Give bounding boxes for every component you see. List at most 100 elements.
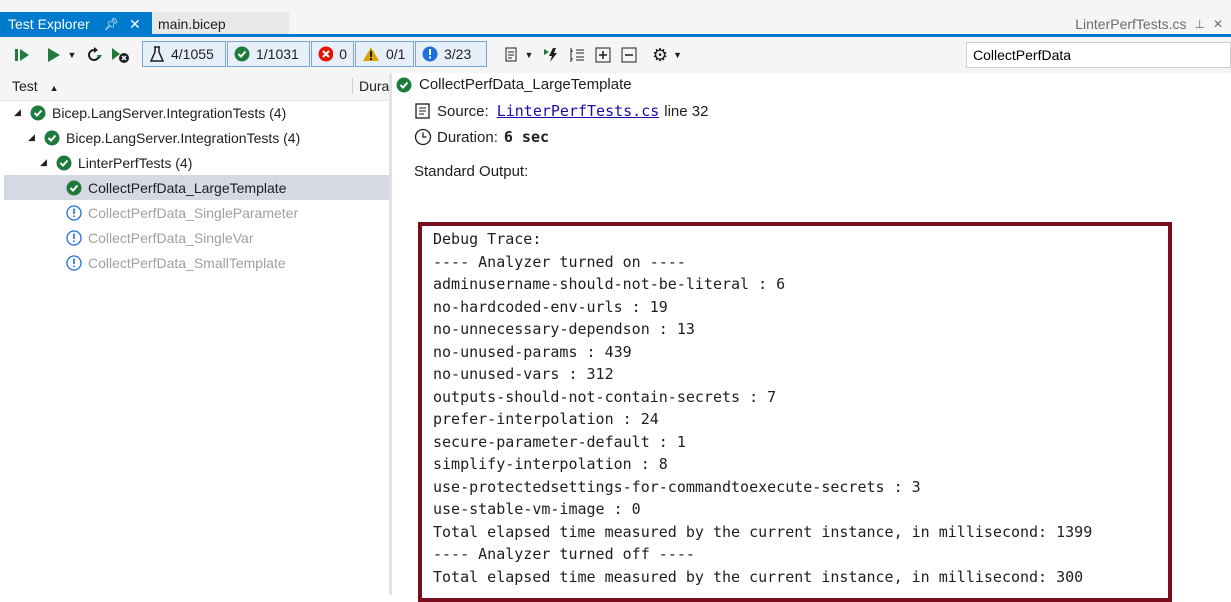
trace-line: use-protectedsettings-for-commandtoexecu… <box>433 478 921 496</box>
collapse-all-icon <box>621 47 637 63</box>
tree-row-label: CollectPerfData_SmallTemplate <box>88 254 286 271</box>
trace-line: outputs-should-not-contain-secrets : 7 <box>433 388 777 406</box>
playlist-button[interactable]: ▼ <box>498 43 538 67</box>
close-icon[interactable]: ✕ <box>129 16 141 33</box>
tree-row[interactable]: CollectPerfData_SmallTemplate <box>4 250 389 275</box>
gear-icon: ⚙ <box>651 44 669 65</box>
repeat-run-button[interactable] <box>82 43 106 67</box>
detail-title-row: CollectPerfData_LargeTemplate <box>396 76 632 93</box>
trace-line: adminusername-should-not-be-literal : 6 <box>433 275 786 293</box>
refresh-icon <box>88 47 102 61</box>
trace-line: use-stable-vm-image : 0 <box>433 500 641 518</box>
trace-line: prefer-interpolation : 24 <box>433 410 659 428</box>
chevron-down-icon[interactable]: ▼ <box>68 50 77 60</box>
run-all-icon <box>15 49 29 61</box>
tree-row-label: Bicep.LangServer.IntegrationTests (4) <box>66 129 301 146</box>
tree-row[interactable]: CollectPerfData_SingleParameter <box>4 200 389 225</box>
expand-triangle-icon[interactable]: ◢ <box>28 132 38 143</box>
stdout-header: Standard Output: <box>414 163 528 180</box>
clock-icon <box>414 128 432 146</box>
tab-linterperftests-label: LinterPerfTests.cs <box>1075 16 1187 32</box>
source-file-icon <box>415 103 430 119</box>
flask-icon <box>149 46 165 62</box>
trace-line: Debug Trace: <box>433 230 542 248</box>
pin-icon[interactable]: 📌︎ <box>104 17 119 31</box>
trace-line: no-unused-vars : 312 <box>433 365 614 383</box>
not-run-info-icon <box>66 254 82 271</box>
expand-all-button[interactable] <box>592 43 614 67</box>
source-line: line 32 <box>664 102 709 120</box>
filter-info-count: 3/23 <box>444 46 472 62</box>
playlist-icon <box>505 47 517 62</box>
test-tree-pane: Test ▲ Duration ◢ Bicep.LangServer.Integ… <box>0 73 389 595</box>
debug-trace-box: Debug Trace: ---- Analyzer turned on ---… <box>418 222 1172 602</box>
tree-row-label: CollectPerfData_SingleParameter <box>88 204 299 221</box>
check-circle-icon <box>234 46 250 62</box>
close-icon[interactable]: ✕ <box>1213 17 1223 31</box>
cancel-run-button[interactable] <box>108 43 132 67</box>
play-icon <box>47 48 60 62</box>
trace-line: Total elapsed time measured by the curre… <box>433 523 1093 541</box>
filter-info-button[interactable]: 3/23 <box>415 41 487 67</box>
tree-column-header: Test ▲ Duration <box>0 73 389 101</box>
run-after-build-button[interactable] <box>540 43 562 67</box>
run-button[interactable]: ▼ <box>38 43 82 67</box>
test-detail-pane: CollectPerfData_LargeTemplate Source: Li… <box>392 73 1231 602</box>
chevron-down-icon[interactable]: ▼ <box>525 50 534 60</box>
tree-row[interactable]: ◢ Bicep.LangServer.IntegrationTests (4) <box>4 125 413 150</box>
search-input[interactable] <box>966 42 1231 68</box>
duration-label: Duration: <box>437 128 498 146</box>
duration-value: 6 sec <box>503 128 550 146</box>
filter-failed-count: 0 <box>339 46 347 62</box>
tab-linterperftests[interactable]: LinterPerfTests.cs ⊥ ✕ <box>1075 12 1223 36</box>
trace-line: no-unused-params : 439 <box>433 343 632 361</box>
tree-row-label: Bicep.LangServer.IntegrationTests (4) <box>52 104 287 121</box>
filter-total-count: 4/1055 <box>171 46 214 62</box>
column-duration-header[interactable]: Duration <box>352 78 389 94</box>
cancel-run-icon <box>112 48 129 63</box>
source-label: Source: <box>437 102 489 120</box>
not-run-info-icon <box>66 204 82 221</box>
tree-row-label: CollectPerfData_LargeTemplate <box>88 179 287 196</box>
tree-row[interactable]: CollectPerfData_SingleVar <box>4 225 389 250</box>
check-circle-icon <box>44 130 60 145</box>
trace-line: no-unnecessary-dependson : 13 <box>433 320 695 338</box>
tab-test-explorer[interactable]: Test Explorer 📌︎ ✕ <box>0 12 152 36</box>
detail-title: CollectPerfData_LargeTemplate <box>419 76 632 93</box>
test-explorer-toolbar: ▼ 4/1055 1/1031 0 0/1 3/23 ▼ ⚙ ▼ Collect… <box>0 37 1231 74</box>
group-by-button[interactable] <box>566 43 588 67</box>
check-circle-icon <box>56 155 72 170</box>
source-row: Source: LinterPerfTests.cs line 32 <box>414 102 708 120</box>
source-file-link[interactable]: LinterPerfTests.cs <box>497 102 660 120</box>
filter-total-button[interactable]: 4/1055 <box>142 41 226 67</box>
trace-line: simplify-interpolation : 8 <box>433 455 668 473</box>
error-circle-icon <box>318 46 334 62</box>
tree-row-label: CollectPerfData_SingleVar <box>88 229 254 246</box>
column-duration-label: Duration <box>359 78 389 94</box>
tree-row-selected[interactable]: CollectPerfData_LargeTemplate <box>4 175 389 200</box>
check-circle-icon <box>396 77 412 92</box>
tree-row[interactable]: ◢ LinterPerfTests (4) <box>4 150 425 175</box>
filter-warnings-button[interactable]: 0/1 <box>355 41 414 67</box>
settings-button[interactable]: ⚙ ▼ <box>646 43 688 67</box>
filter-passed-count: 1/1031 <box>256 46 299 62</box>
stdout-label: Standard Output: <box>414 163 529 180</box>
filter-passed-button[interactable]: 1/1031 <box>227 41 310 67</box>
warning-icon <box>363 47 379 61</box>
tree-row-label: LinterPerfTests (4) <box>78 154 193 171</box>
trace-line: ---- Analyzer turned on ---- <box>433 253 686 271</box>
expand-all-icon <box>595 47 611 63</box>
pin-icon[interactable]: ⊥ <box>1194 17 1204 31</box>
duration-row: Duration: 6 sec <box>414 128 549 146</box>
info-circle-icon <box>422 46 438 62</box>
expand-triangle-icon[interactable]: ◢ <box>14 107 24 118</box>
filter-warnings-count: 0/1 <box>386 46 406 62</box>
tree-row[interactable]: ◢ Bicep.LangServer.IntegrationTests (4) <box>4 100 399 125</box>
filter-failed-button[interactable]: 0 <box>311 41 354 67</box>
collapse-all-button[interactable] <box>618 43 640 67</box>
chevron-down-icon[interactable]: ▼ <box>673 50 682 60</box>
expand-triangle-icon[interactable]: ◢ <box>40 157 50 168</box>
run-all-button[interactable] <box>10 43 34 67</box>
column-test-header[interactable]: Test ▲ <box>12 78 59 94</box>
tab-main-bicep[interactable]: main.bicep <box>152 12 289 36</box>
